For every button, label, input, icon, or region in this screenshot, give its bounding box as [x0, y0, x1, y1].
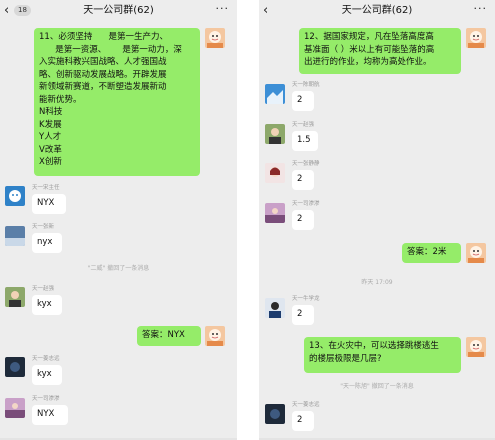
avatar[interactable] — [265, 298, 285, 318]
message-bubble[interactable]: nyx — [32, 233, 62, 253]
message-bubble[interactable]: 2 — [292, 210, 314, 230]
sender-name: 天一张新 — [32, 224, 55, 230]
avatar[interactable] — [265, 404, 285, 424]
sender-name: 天一赵强 — [292, 122, 315, 128]
avatar[interactable] — [265, 84, 285, 104]
message-bubble[interactable]: 2 — [292, 91, 314, 111]
message-bubble[interactable]: NYX — [32, 405, 68, 425]
my-avatar[interactable] — [205, 326, 225, 346]
my-message-bubble[interactable]: 12、据国家规定，凡在坠落高度高 基准面（ ）米以上有可能坠落的高 出进行的作业… — [299, 28, 461, 74]
my-avatar[interactable] — [466, 337, 486, 357]
avatar[interactable] — [265, 203, 285, 223]
sender-name: 天一张静静 — [292, 161, 320, 167]
avatar[interactable] — [5, 287, 25, 307]
my-message-bubble[interactable]: 答案：2米 — [402, 243, 461, 263]
chat-panel-right: ‹ 天一公司群(62) ··· 12、据国家规定，凡在坠落高度高 基准面（ ）米… — [259, 0, 495, 440]
timestamp: 昨天 17:09 — [361, 279, 393, 286]
system-notice: "天一陈旭" 撤回了一条消息 — [340, 383, 414, 390]
message-bubble[interactable]: 1.5 — [292, 131, 318, 151]
system-notice: "二威" 撤回了一条消息 — [87, 265, 150, 272]
message-bubble[interactable]: 2 — [292, 305, 314, 325]
avatar[interactable] — [5, 357, 25, 377]
avatar[interactable] — [265, 124, 285, 144]
my-avatar[interactable] — [205, 28, 225, 48]
sender-name: 天一牛学龙 — [292, 296, 320, 302]
avatar[interactable] — [5, 398, 25, 418]
message-bubble[interactable]: NYX — [32, 194, 66, 214]
my-message-bubble[interactable]: 答案：NYX — [137, 326, 201, 346]
sender-name: 天一陈朝航 — [292, 82, 320, 88]
sender-name: 天一姜志远 — [292, 402, 320, 408]
more-dots-icon[interactable]: ··· — [216, 2, 230, 15]
sender-name: 天一司渗渗 — [32, 396, 60, 402]
sender-name: 天一赵强 — [32, 286, 55, 292]
message-bubble[interactable]: kyx — [32, 295, 62, 315]
sender-name: 天一宋主任 — [32, 185, 60, 191]
more-dots-icon[interactable]: ··· — [474, 2, 488, 15]
chat-title: 天一公司群(62) — [83, 5, 154, 16]
message-bubble[interactable]: 2 — [292, 411, 314, 431]
avatar[interactable] — [265, 163, 285, 183]
my-message-bubble[interactable]: 11、必须坚持 是第一生产力、 是第一资源、 是第一动力，深 入实施科教兴国战略… — [34, 28, 200, 176]
chat-panel-left: ‹ 18 天一公司群(62) ··· 11、必须坚持 是第一生产力、 是第一资源… — [0, 0, 237, 440]
chat-header: ‹ 18 天一公司群(62) ··· — [0, 0, 237, 22]
sender-name: 天一姜志远 — [32, 356, 60, 362]
my-avatar[interactable] — [466, 28, 486, 48]
my-avatar[interactable] — [466, 243, 486, 263]
chat-title: 天一公司群(62) — [341, 5, 413, 16]
my-message-bubble[interactable]: 13、在火灾中，可以选择跳楼逃生 的楼层极限是几层? — [304, 337, 461, 373]
avatar[interactable] — [5, 226, 25, 246]
chat-header: ‹ 天一公司群(62) ··· — [259, 0, 495, 22]
message-bubble[interactable]: kyx — [32, 365, 62, 385]
sender-name: 天一司渗渗 — [292, 201, 320, 207]
message-bubble[interactable]: 2 — [292, 170, 314, 190]
avatar[interactable] — [5, 186, 25, 206]
